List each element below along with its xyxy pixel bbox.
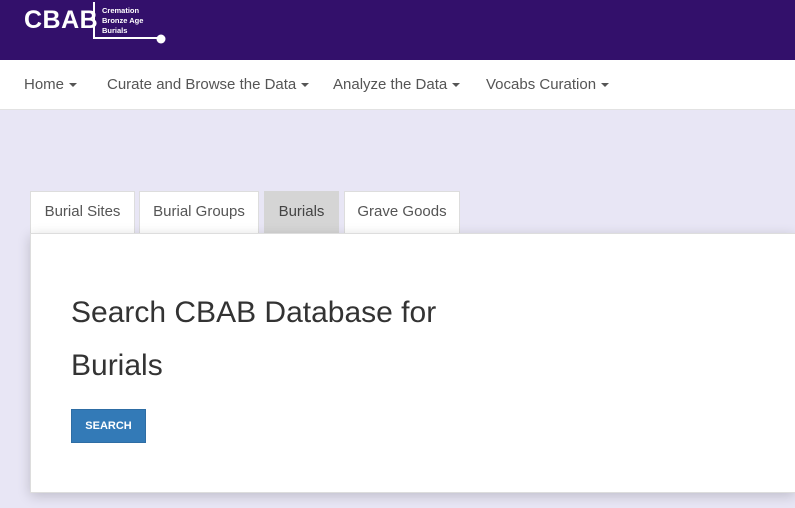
logo-text: CBAB [24,6,99,34]
cbab-logo[interactable]: CBAB Cremation Bronze Age Burials [24,0,174,50]
nav-analyze-label: Analyze the Data [333,76,448,93]
caret-down-icon [601,83,610,88]
logo-sub-line-2: Bronze Age [102,16,144,25]
nav-vocabs-curation-label: Vocabs Curation [486,76,597,93]
search-button[interactable]: SEARCH [71,409,146,443]
tab-grave-goods[interactable]: Grave Goods [344,191,460,233]
page-title-line-1: Search CBAB Database for [71,296,437,329]
logo-sub-line-3: Burials [102,26,128,35]
tab-burial-sites[interactable]: Burial Sites [30,191,135,233]
nav-home-label: Home [24,76,65,93]
main-nav: Home Curate and Browse the Data Analyze … [0,60,795,110]
page-title-line-2: Burials [71,349,163,382]
nav-analyze[interactable]: Analyze the Data [333,60,461,110]
nav-curate-browse[interactable]: Curate and Browse the Data [107,60,310,110]
caret-down-icon [452,83,461,88]
page-title: Search CBAB Database for Burials [71,286,491,392]
site-header: CBAB Cremation Bronze Age Burials [0,0,795,60]
nav-vocabs-curation[interactable]: Vocabs Curation [486,60,610,110]
caret-down-icon [301,83,310,88]
nav-curate-browse-label: Curate and Browse the Data [107,76,297,93]
logo-sub-line-1: Cremation [102,6,140,15]
caret-down-icon [69,83,78,88]
tab-burials[interactable]: Burials [264,191,339,233]
tab-burial-groups[interactable]: Burial Groups [139,191,259,233]
search-panel: Search CBAB Database for Burials SEARCH [30,233,795,493]
nav-home[interactable]: Home [24,60,78,110]
